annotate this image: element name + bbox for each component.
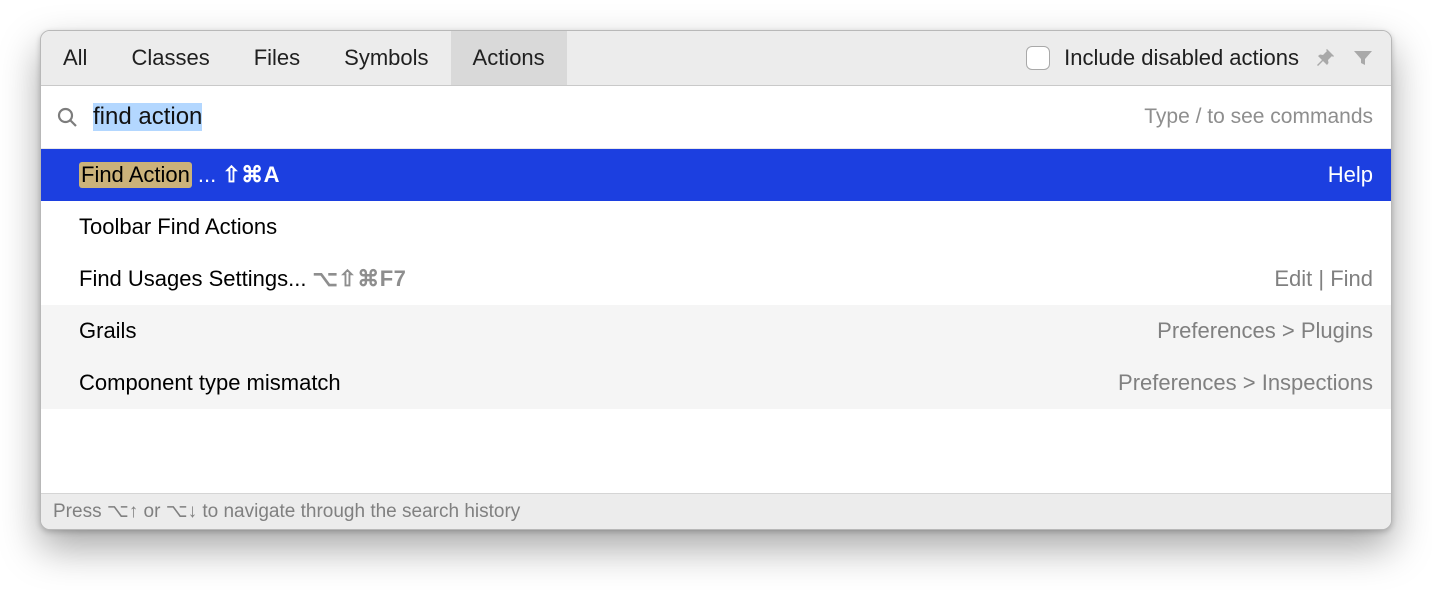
result-label: Grails — [79, 318, 136, 344]
result-label: Find Action... ⇧⌘A — [79, 162, 280, 188]
result-row[interactable]: Component type mismatch Preferences > In… — [41, 357, 1391, 409]
results-list: Find Action... ⇧⌘A Help Toolbar Find Act… — [41, 149, 1391, 493]
search-row: Type / to see commands — [41, 86, 1391, 149]
search-hint: Type / to see commands — [1144, 105, 1373, 129]
result-row[interactable]: Grails Preferences > Plugins — [41, 305, 1391, 357]
tab-actions[interactable]: Actions — [451, 31, 567, 85]
footer-hint: Press ⌥↑ or ⌥↓ to navigate through the s… — [41, 493, 1391, 529]
filter-icon[interactable] — [1351, 46, 1375, 70]
tab-symbols[interactable]: Symbols — [322, 31, 450, 85]
result-label: Toolbar Find Actions — [79, 214, 277, 240]
result-row[interactable]: Toolbar Find Actions — [41, 201, 1391, 253]
include-disabled-checkbox[interactable] — [1026, 46, 1050, 70]
shortcut-label: ⌥⇧⌘F7 — [312, 266, 406, 292]
result-row[interactable]: Find Action... ⇧⌘A Help — [41, 149, 1391, 201]
shortcut-label: ⇧⌘A — [222, 162, 280, 188]
include-disabled-label: Include disabled actions — [1064, 45, 1299, 71]
search-icon — [55, 105, 79, 129]
result-label: Find Usages Settings... ⌥⇧⌘F7 — [79, 266, 406, 292]
result-hint: Preferences > Inspections — [1118, 370, 1373, 396]
pin-icon[interactable] — [1313, 46, 1337, 70]
tab-classes[interactable]: Classes — [109, 31, 231, 85]
tab-all[interactable]: All — [41, 31, 109, 85]
result-label: Component type mismatch — [79, 370, 341, 396]
toolbar: All Classes Files Symbols Actions Includ… — [41, 31, 1391, 86]
result-hint: Help — [1328, 162, 1373, 188]
search-everywhere-window: All Classes Files Symbols Actions Includ… — [40, 30, 1392, 530]
result-hint: Edit | Find — [1274, 266, 1373, 292]
result-hint: Preferences > Plugins — [1157, 318, 1373, 344]
result-row[interactable]: Find Usages Settings... ⌥⇧⌘F7 Edit | Fin… — [41, 253, 1391, 305]
search-input[interactable] — [93, 103, 1130, 131]
tabs: All Classes Files Symbols Actions — [41, 31, 567, 85]
tab-files[interactable]: Files — [232, 31, 322, 85]
toolbar-right: Include disabled actions — [1026, 31, 1391, 85]
match-highlight: Find Action — [79, 162, 192, 188]
